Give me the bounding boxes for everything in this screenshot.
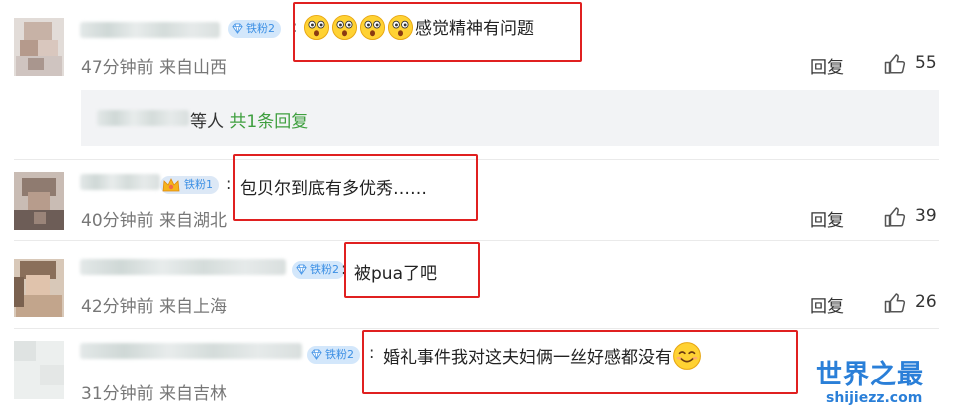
comment-location: 来自上海: [159, 297, 228, 317]
diamond-icon: [296, 264, 307, 275]
comment-time: 31分钟前: [81, 384, 154, 404]
comment-item: 铁粉2 : 婚礼事件我对这夫妇俩一丝好感都没有 31分钟前 来自吉林: [0, 329, 954, 413]
comment-item: 铁粉2 : 感觉精神有问题 47分钟前 来自山西 回复 55: [0, 0, 954, 90]
view-replies-link[interactable]: 共1条回复: [229, 112, 308, 132]
reply-button[interactable]: 回复: [810, 206, 844, 231]
comment-time: 47分钟前: [81, 58, 154, 78]
username[interactable]: [80, 174, 160, 190]
comment-meta: 40分钟前 来自湖北: [81, 206, 227, 231]
comment-meta: 47分钟前 来自山西: [81, 53, 227, 78]
like-count: 39: [915, 206, 937, 226]
like-count: 55: [915, 53, 937, 73]
diamond-icon: [311, 349, 322, 360]
comment-meta: 42分钟前 来自上海: [81, 292, 227, 317]
colon: :: [226, 174, 232, 193]
badge-label: 铁粉1: [184, 178, 213, 191]
username[interactable]: [80, 22, 220, 38]
site-watermark: 世界之最 shijiezz.com: [816, 354, 954, 413]
comment-location: 来自山西: [159, 58, 228, 78]
sub-replies-summary: 等人 共1条回复: [190, 107, 308, 132]
badge-label: 铁粉2: [310, 263, 339, 276]
highlight-box: [233, 154, 478, 221]
avatar[interactable]: [14, 172, 64, 230]
diamond-icon: [232, 23, 243, 34]
reply-username[interactable]: [97, 110, 189, 126]
watermark-url: shijiezz.com: [826, 390, 923, 406]
highlight-box: [344, 242, 480, 298]
avatar[interactable]: [14, 341, 64, 399]
highlight-box: [293, 2, 582, 62]
fan-badge[interactable]: 铁粉2: [307, 346, 360, 364]
highlight-box: [362, 330, 798, 394]
avatar[interactable]: [14, 259, 64, 317]
username[interactable]: [80, 259, 286, 275]
like-count: 26: [915, 292, 937, 312]
comment-location: 来自吉林: [159, 384, 228, 404]
others-label: 等人: [190, 112, 224, 132]
watermark-title: 世界之最: [816, 360, 925, 390]
fan-badge[interactable]: 铁粉2: [292, 261, 345, 279]
username[interactable]: [80, 343, 302, 359]
fan-badge[interactable]: 铁粉2: [228, 20, 281, 38]
comment-item: 铁粉1 : 包贝尔到底有多优秀…… 40分钟前 来自湖北 回复 39: [0, 154, 954, 240]
reply-button[interactable]: 回复: [810, 53, 844, 78]
comment-meta: 31分钟前 来自吉林: [81, 379, 227, 404]
comment-time: 42分钟前: [81, 297, 154, 317]
fan-badge[interactable]: 铁粉1: [160, 176, 219, 194]
sub-replies-box: 等人 共1条回复: [81, 90, 939, 146]
crown-icon: [162, 178, 180, 192]
comment-time: 40分钟前: [81, 211, 154, 231]
reply-button[interactable]: 回复: [810, 292, 844, 317]
avatar[interactable]: [14, 18, 64, 76]
thumbs-up-icon[interactable]: [883, 205, 907, 229]
comment-location: 来自湖北: [159, 211, 228, 231]
comment-item: 铁粉2 : 被pua了吧 42分钟前 来自上海 回复 26: [0, 241, 954, 321]
thumbs-up-icon[interactable]: [883, 52, 907, 76]
badge-label: 铁粉2: [325, 348, 354, 361]
thumbs-up-icon[interactable]: [883, 291, 907, 315]
badge-label: 铁粉2: [246, 22, 275, 35]
